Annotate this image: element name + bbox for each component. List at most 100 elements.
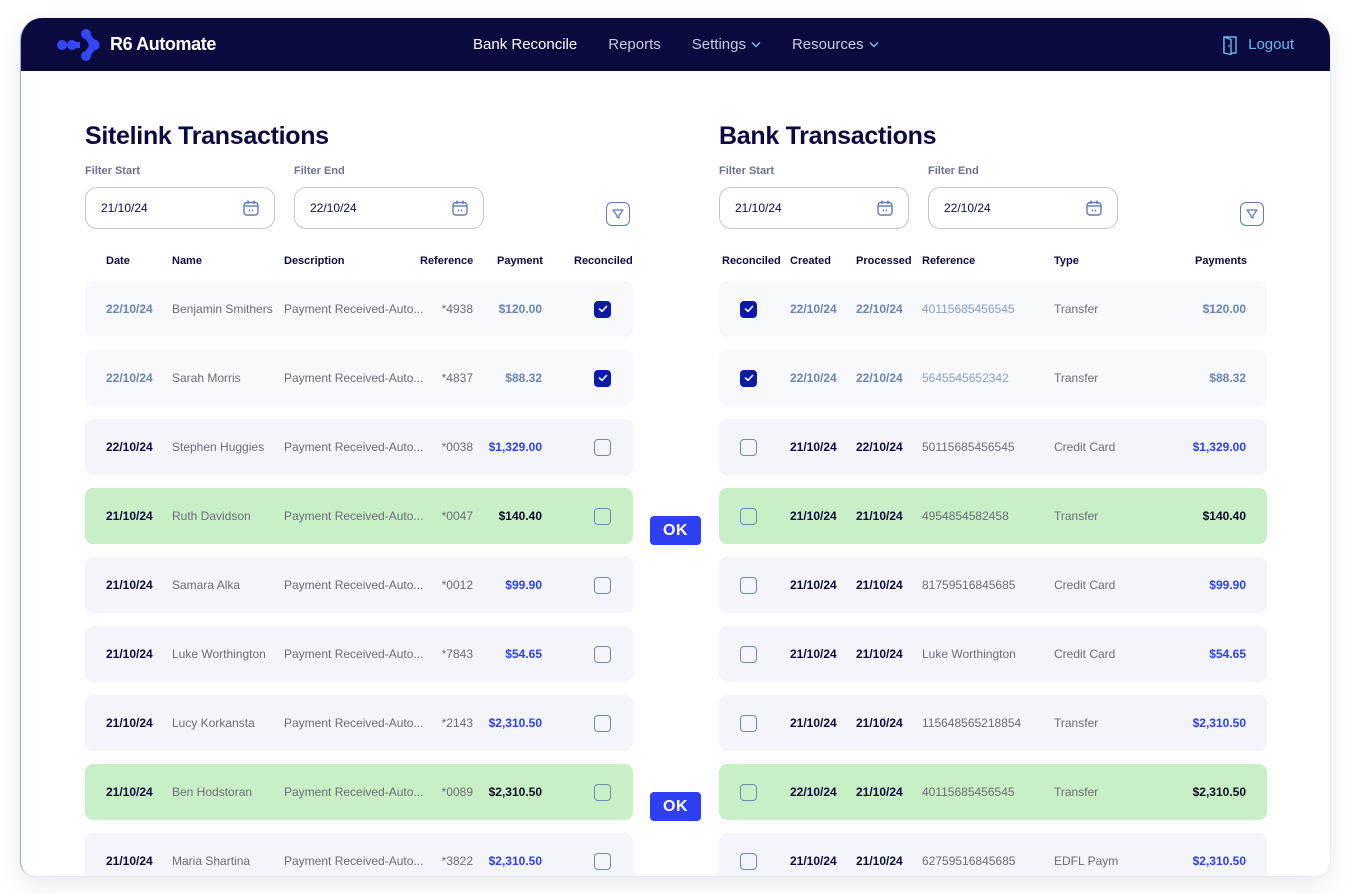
bank-row[interactable]: 21/10/24 21/10/24 81759516845685 Credit Car… (719, 557, 1267, 613)
filter-start-input[interactable]: 21/10/24 (719, 187, 909, 229)
col-reference[interactable]: Reference (922, 255, 975, 267)
reconciled-checkbox[interactable] (740, 438, 757, 456)
reconciled-cell (740, 695, 757, 751)
reconciled-checkbox[interactable] (740, 714, 757, 732)
bank-table-header: Reconciled Created Processed Reference T… (719, 255, 1267, 275)
sitelink-row[interactable]: 21/10/24 Maria Shartina Payment Received-A… (85, 833, 633, 876)
sitelink-row[interactable]: 22/10/24 Stephen Huggies Payment Received-… (85, 419, 633, 475)
row-type: Credit Card (1054, 647, 1116, 661)
sitelink-row[interactable]: 21/10/24 Luke Worthington Payment Received… (85, 626, 633, 682)
sitelink-row[interactable]: 21/10/24 Ruth Davidson Payment Received-Au… (85, 488, 633, 544)
nav-label: Reports (608, 36, 661, 53)
filter-end-label: Filter End (928, 165, 979, 177)
row-type: Transfer (1054, 509, 1099, 523)
sitelink-row[interactable]: 21/10/24 Samara Alka Payment Received-Auto… (85, 557, 633, 613)
row-created: 21/10/24 (790, 440, 837, 454)
reconciled-checkbox[interactable] (594, 300, 611, 318)
bank-row[interactable]: 22/10/24 22/10/24 40115685456545 Transfer $1… (719, 281, 1267, 337)
col-description[interactable]: Description (284, 255, 345, 267)
reconciled-checkbox[interactable] (740, 852, 757, 870)
calendar-icon[interactable] (451, 199, 469, 217)
col-payment[interactable]: Payment (497, 255, 543, 267)
reconciled-cell (740, 281, 757, 337)
reconciled-checkbox[interactable] (740, 576, 757, 594)
row-reference: *0038 (441, 440, 473, 454)
sitelink-row[interactable]: 22/10/24 Benjamin Smithers Payment Receive… (85, 281, 633, 337)
reconciled-checkbox[interactable] (740, 300, 757, 318)
bank-row[interactable]: 21/10/24 21/10/24 62759516845685 EDFL Paym $… (719, 833, 1267, 876)
reconciled-checkbox[interactable] (594, 714, 611, 732)
sitelink-row[interactable]: 21/10/24 Lucy Korkansta Payment Received-A… (85, 695, 633, 751)
reconciled-checkbox[interactable] (740, 783, 757, 801)
row-name: Luke Worthington (172, 647, 266, 661)
reconciled-checkbox[interactable] (594, 507, 611, 525)
row-payment: $99.90 (505, 578, 542, 592)
bank-row[interactable]: 21/10/24 21/10/24 115648565218854 Transfer $… (719, 695, 1267, 751)
col-name[interactable]: Name (172, 255, 202, 267)
bank-row[interactable]: 21/10/24 21/10/24 Luke Worthington Credit C… (719, 626, 1267, 682)
brand[interactable]: R6 Automate (56, 18, 216, 71)
row-payment: $140.40 (1202, 509, 1246, 523)
calendar-icon[interactable] (242, 199, 260, 217)
bank-row[interactable]: 21/10/24 21/10/24 4954854582458 Transfer $14… (719, 488, 1267, 544)
logout-label: Logout (1248, 36, 1294, 53)
filter-start-input[interactable]: 21/10/24 (85, 187, 275, 229)
bank-row[interactable]: 22/10/24 22/10/24 5645545652342 Transfer $88… (719, 350, 1267, 406)
reconciled-checkbox[interactable] (594, 783, 611, 801)
filter-icon (612, 209, 624, 219)
col-processed[interactable]: Processed (856, 255, 912, 267)
reconciled-checkbox[interactable] (594, 645, 611, 663)
reconciled-checkbox[interactable] (740, 507, 757, 525)
filter-end-input[interactable]: 22/10/24 (928, 187, 1118, 229)
logo-icon (57, 28, 100, 61)
row-processed: 21/10/24 (856, 647, 903, 661)
reconciled-checkbox[interactable] (594, 576, 611, 594)
reconciled-checkbox[interactable] (594, 852, 611, 870)
bank-row[interactable]: 22/10/24 21/10/24 40115685456545 Transfer $2… (719, 764, 1267, 820)
row-description: Payment Received-Auto... (284, 302, 424, 316)
col-date[interactable]: Date (106, 255, 130, 267)
row-reference: *7843 (441, 647, 473, 661)
reconciled-cell (594, 281, 611, 337)
nav-label: Bank Reconcile (473, 36, 578, 53)
row-payment: $120.00 (1202, 302, 1246, 316)
calendar-icon[interactable] (876, 199, 894, 217)
nav-resources[interactable]: Resources (792, 36, 879, 53)
sitelink-row[interactable]: 22/10/24 Sarah Morris Payment Received-Aut… (85, 350, 633, 406)
ok-button[interactable]: OK (650, 792, 701, 821)
sitelink-row[interactable]: 21/10/24 Ben Hodstoran Payment Received-Au… (85, 764, 633, 820)
row-type: Transfer (1054, 371, 1099, 385)
row-reference: *4938 (441, 302, 473, 316)
reconciled-checkbox[interactable] (740, 369, 757, 387)
col-reconciled[interactable]: Reconciled (574, 255, 633, 267)
checkmark-icon (744, 305, 753, 313)
sitelink-filter-button[interactable] (606, 202, 630, 226)
row-reference: *0089 (441, 785, 473, 799)
reconciled-checkbox[interactable] (594, 369, 611, 387)
reconciled-cell (740, 557, 757, 613)
chevron-down-icon (869, 42, 879, 48)
filter-end-input[interactable]: 22/10/24 (294, 187, 484, 229)
logout-button[interactable]: Logout (1222, 18, 1294, 71)
col-payments[interactable]: Payments (1195, 255, 1247, 267)
nav-label: Resources (791, 36, 864, 53)
row-description: Payment Received-Auto... (284, 509, 424, 523)
col-reconciled[interactable]: Reconciled (722, 255, 781, 267)
nav-settings[interactable]: Settings (692, 36, 761, 53)
ok-button[interactable]: OK (650, 516, 701, 545)
checkmark-icon (598, 305, 607, 313)
nav-reports[interactable]: Reports (608, 36, 661, 53)
col-type[interactable]: Type (1054, 255, 1079, 267)
reconciled-checkbox[interactable] (594, 438, 611, 456)
bank-row[interactable]: 21/10/24 22/10/24 50115685456545 Credit Car… (719, 419, 1267, 475)
calendar-icon[interactable] (1085, 199, 1103, 217)
row-created: 21/10/24 (790, 716, 837, 730)
col-created[interactable]: Created (790, 255, 831, 267)
row-date: 21/10/24 (106, 509, 153, 523)
nav-bank-reconcile[interactable]: Bank Reconcile (473, 36, 577, 53)
col-reference[interactable]: Reference (420, 255, 473, 267)
bank-filter-button[interactable] (1240, 202, 1264, 226)
reconciled-cell (594, 626, 611, 682)
reconciled-checkbox[interactable] (740, 645, 757, 663)
row-reference: *2143 (441, 716, 473, 730)
